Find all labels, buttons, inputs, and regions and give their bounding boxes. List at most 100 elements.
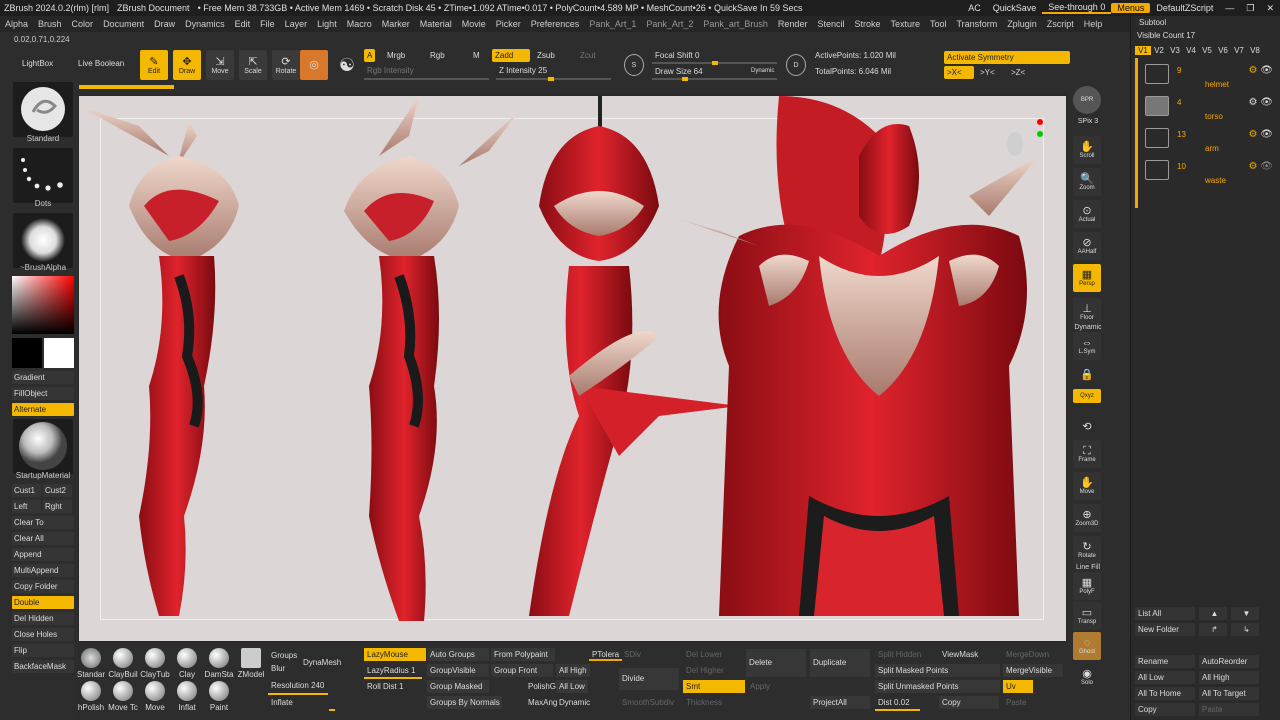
activate-symmetry-button[interactable]: Activate Symmetry xyxy=(944,51,1070,64)
brush-clay[interactable]: Clay xyxy=(171,648,203,679)
eye-icon[interactable]: 👁 xyxy=(1260,97,1273,108)
menu-brush[interactable]: Brush xyxy=(33,19,67,29)
menu-alpha[interactable]: Alpha xyxy=(0,19,33,29)
persp-button[interactable]: ▦ Persp xyxy=(1073,264,1101,292)
draw-size-knob[interactable] xyxy=(682,77,688,81)
dynamesh-button[interactable]: DynaMesh xyxy=(300,656,344,669)
menu-help[interactable]: Help xyxy=(1079,19,1108,29)
focal-shift-slider[interactable]: Focal Shift 0 xyxy=(652,49,702,62)
groups-by-normals-button[interactable]: Groups By Normals xyxy=(427,696,502,709)
autoreorder-button[interactable]: AutoReorder xyxy=(1199,655,1259,668)
blur-slider[interactable]: Blur xyxy=(268,662,288,675)
rotate-button[interactable]: ⟳ Rotate xyxy=(272,50,300,80)
floor-button[interactable]: ⊥ Floor xyxy=(1073,298,1101,326)
script-button[interactable]: DefaultZScript xyxy=(1150,3,1219,13)
menu-transform[interactable]: Transform xyxy=(952,19,1003,29)
append-button[interactable]: Append xyxy=(12,548,74,561)
viewport-canvas[interactable] xyxy=(79,96,1066,641)
live-boolean-button[interactable]: Live Boolean xyxy=(78,59,124,68)
copy-folder-button[interactable]: Copy Folder xyxy=(12,580,74,593)
lazyradius-track[interactable] xyxy=(364,677,422,679)
move-view-button[interactable]: ✋ Move xyxy=(1073,472,1101,500)
polypaint-button[interactable]: ☯ xyxy=(333,50,361,80)
menu-macro[interactable]: Macro xyxy=(342,19,377,29)
draw-button[interactable]: ✥ Draw xyxy=(173,50,201,80)
zoom3d-button[interactable]: ⊕ Zoom3D xyxy=(1073,504,1101,532)
move-button[interactable]: ⇲ Move xyxy=(206,50,234,80)
groups-button[interactable]: Groups xyxy=(268,649,300,662)
color-picker[interactable] xyxy=(12,276,74,334)
actual-button[interactable]: ⊙ Actual xyxy=(1073,200,1101,228)
menus-button[interactable]: Menus xyxy=(1111,3,1151,13)
brush-move[interactable]: Move xyxy=(139,681,171,712)
menu-movie[interactable]: Movie xyxy=(457,19,491,29)
folder-actions[interactable]: ⚙ 👁 xyxy=(1249,97,1273,108)
eye-icon[interactable]: 👁 xyxy=(1260,161,1273,172)
del-lower-button[interactable]: Del Lower xyxy=(683,648,725,661)
tab-v2[interactable]: V2 xyxy=(1151,46,1167,55)
stroke-thumbnail[interactable] xyxy=(13,148,73,203)
tab-v5[interactable]: V5 xyxy=(1199,46,1215,55)
ac-button[interactable]: AC xyxy=(962,3,987,13)
brush-thumbnail[interactable] xyxy=(13,82,73,137)
solo-button[interactable]: ◉ Solo xyxy=(1073,663,1101,691)
menu-file[interactable]: File xyxy=(255,19,280,29)
menu-zplugin[interactable]: Zplugin xyxy=(1002,19,1042,29)
clear-to-button[interactable]: Clear To xyxy=(12,516,74,529)
cust2-button[interactable]: Cust2 xyxy=(43,484,72,497)
copy-subtool-button[interactable]: Copy xyxy=(1135,703,1195,716)
dynamic-button[interactable]: Dynamic xyxy=(748,65,777,78)
move-up-button[interactable]: ▲ xyxy=(1199,607,1227,620)
zadd-button[interactable]: Zadd xyxy=(492,49,530,62)
tab-v8[interactable]: V8 xyxy=(1247,46,1263,55)
delete-button[interactable]: Delete xyxy=(746,649,806,677)
brush-claybuildup[interactable]: ClayBuil xyxy=(107,648,139,679)
menu-document[interactable]: Document xyxy=(98,19,149,29)
flip-button[interactable]: Flip xyxy=(12,644,74,657)
focal-shift-track[interactable] xyxy=(652,61,777,65)
viewmask-button[interactable]: ViewMask xyxy=(939,648,981,661)
dynamic-subdiv-button[interactable]: Dynamic xyxy=(556,696,593,709)
menu-draw[interactable]: Draw xyxy=(149,19,180,29)
paste-button[interactable]: Paste xyxy=(1003,696,1029,709)
tab-v6[interactable]: V6 xyxy=(1215,46,1231,55)
mergevisible-button[interactable]: MergeVisible xyxy=(1003,664,1063,677)
symmetry-y-button[interactable]: >Y< xyxy=(977,66,998,79)
seethrough-slider[interactable]: See-through 0 xyxy=(1042,2,1112,14)
menu-light[interactable]: Light xyxy=(312,19,342,29)
menu-stroke[interactable]: Stroke xyxy=(849,19,885,29)
alpha-thumbnail[interactable] xyxy=(13,213,73,268)
move-down-button[interactable]: ▼ xyxy=(1231,607,1259,620)
restore-icon[interactable]: ❐ xyxy=(1240,3,1260,14)
groupvisible-button[interactable]: GroupVisible xyxy=(427,664,489,677)
list-all-button[interactable]: List All xyxy=(1135,607,1195,620)
inflate-knob[interactable] xyxy=(329,709,335,711)
quicksave-button[interactable]: QuickSave xyxy=(987,3,1043,13)
symmetry-z-button[interactable]: >Z< xyxy=(1008,66,1028,79)
folder-actions[interactable]: ⚙ 👁 xyxy=(1249,129,1273,140)
fillobject-button[interactable]: FillObject xyxy=(12,387,74,400)
gear-icon[interactable]: ⚙ xyxy=(1249,161,1258,172)
auto-groups-button[interactable]: Auto Groups xyxy=(427,648,489,661)
scale-button[interactable]: ⇱ Scale xyxy=(239,50,267,80)
brush-standard[interactable]: Standar xyxy=(75,648,107,679)
backfacemask-button[interactable]: BackfaceMask xyxy=(12,660,74,673)
split-hidden-button[interactable]: Split Hidden xyxy=(875,648,924,661)
brush-zmodeler[interactable]: ZModel xyxy=(235,648,267,679)
scroll-button[interactable]: ✋ Scroll xyxy=(1073,136,1101,164)
resolution-track[interactable] xyxy=(268,693,328,695)
eye-icon[interactable]: 👁 xyxy=(1260,129,1273,140)
menu-dynamics[interactable]: Dynamics xyxy=(180,19,230,29)
gear-icon[interactable]: ⚙ xyxy=(1249,65,1258,76)
tab-v3[interactable]: V3 xyxy=(1167,46,1183,55)
divide-button[interactable]: Divide xyxy=(619,668,679,690)
qxyz-button[interactable]: Qxyz xyxy=(1073,389,1101,403)
zsub-button[interactable]: Zsub xyxy=(534,49,558,62)
rgb-intensity-track[interactable] xyxy=(364,78,489,80)
lock-button[interactable]: 🔒 xyxy=(1073,361,1101,389)
rename-button[interactable]: Rename xyxy=(1135,655,1195,668)
material-thumbnail[interactable] xyxy=(13,419,73,474)
right-button[interactable]: Rght xyxy=(43,500,72,513)
double-button[interactable]: Double xyxy=(12,596,74,609)
smt-button[interactable]: Smt xyxy=(683,680,745,693)
